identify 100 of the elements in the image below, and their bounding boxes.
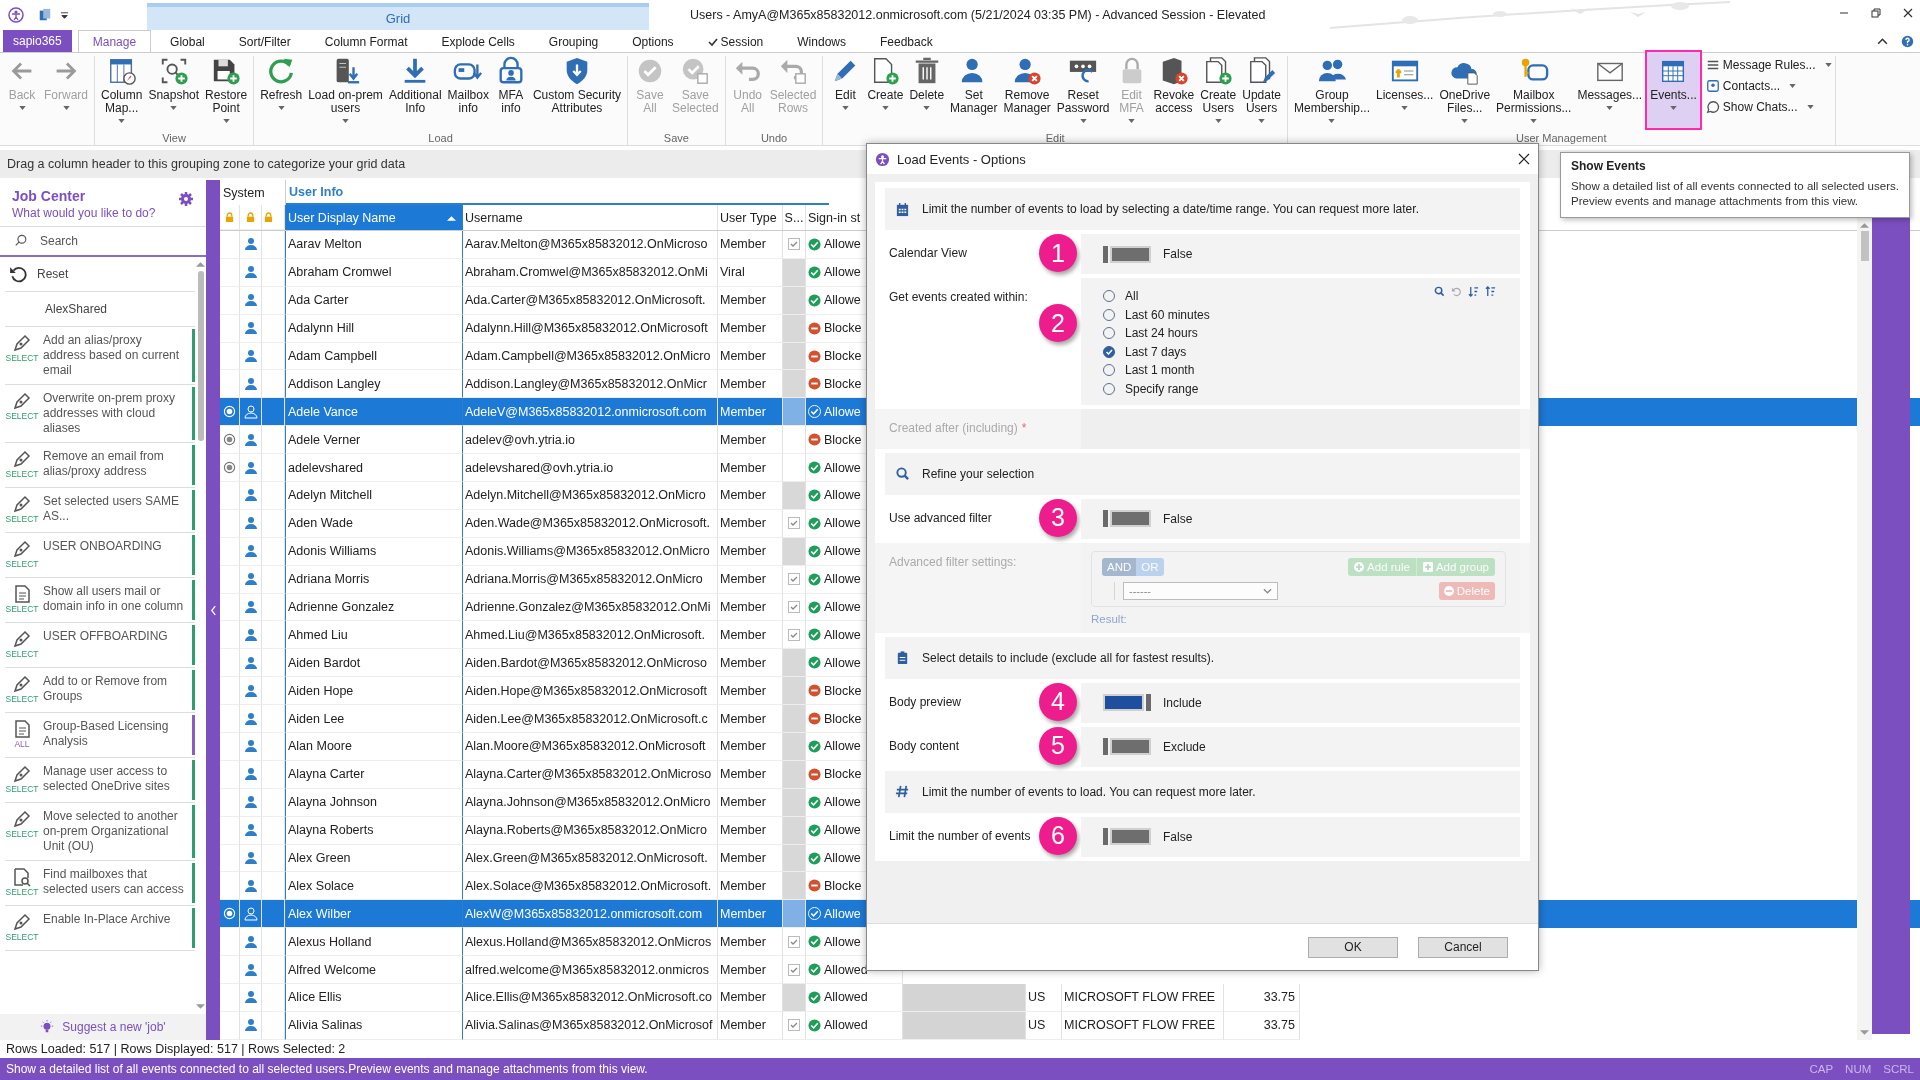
callout-badge: 6	[1039, 816, 1077, 855]
table-cell: Blocke	[824, 683, 862, 698]
table-cell: Alan.Moore@M365x85832012.OnMicrosoft	[463, 733, 718, 761]
table-cell: Abraham.Cromwel@M365x85832012.OnMi	[463, 258, 718, 287]
job-label: Move selected to another on-prem Organizational Unit (OU)	[43, 809, 179, 854]
field-label: Use advanced filter	[889, 510, 992, 525]
table-cell: Allowe	[824, 265, 861, 280]
table-cell: Blocke	[824, 432, 862, 447]
table-cell: Alfred Welcome	[285, 956, 463, 985]
section-text: Limit the number of events to load by selecting a date/time range. You can request more later.	[922, 202, 1419, 216]
table-cell: Allowe	[824, 627, 861, 642]
table-cell: Allowe	[824, 572, 861, 587]
callout-badge: 2	[1039, 304, 1077, 342]
table-cell: Ahmed Liu	[285, 621, 463, 650]
table-cell: Aden Wade	[285, 509, 463, 538]
table-cell: Allowe	[824, 906, 861, 921]
table-cell: Allowe	[824, 516, 861, 531]
table-cell: Allowe	[824, 237, 861, 252]
table-cell: Member	[718, 509, 783, 538]
toggle-value: Exclude	[1163, 739, 1206, 754]
table-cell: Adriana Morris	[285, 565, 463, 594]
table-cell: Member	[718, 593, 783, 622]
context-tab-header: Grid	[147, 3, 649, 30]
field-label: Advanced filter settings:	[889, 554, 1017, 569]
table-cell: Adonis Williams	[285, 537, 463, 566]
table-cell: Allowe	[824, 600, 861, 614]
table-cell: Ada Carter	[285, 286, 463, 315]
toggle-value: False	[1163, 829, 1193, 844]
group-label: Save	[663, 132, 689, 145]
table-cell: Blocke	[824, 878, 862, 893]
table-cell: US	[1026, 1011, 1062, 1040]
table-cell: Member	[718, 231, 783, 259]
job-label: Find mailboxes that selected users can access	[43, 867, 185, 897]
key-indicator: SCRL	[1883, 1063, 1914, 1075]
table-cell: Allowed	[824, 990, 868, 1005]
table-cell: Allowe	[824, 739, 861, 754]
table-cell: Member	[718, 621, 783, 650]
job-label: Show all users mail or domain info in one column	[43, 584, 185, 614]
table-cell: Aiden Hope	[285, 677, 463, 706]
job-tag: SELECT	[5, 887, 39, 897]
table-cell: Member	[718, 454, 783, 482]
table-cell: Member	[718, 1011, 783, 1040]
table-cell: Adriana.Morris@M365x85832012.OnMicro	[463, 565, 718, 594]
table-cell: Alice.Ellis@M365x85832012.OnMicrosoft.co	[463, 984, 718, 1012]
table-cell: Allowed	[824, 962, 868, 977]
job-tag: SELECT	[5, 353, 39, 363]
table-cell: Blocke	[824, 376, 862, 391]
field-label: Get events created within:	[889, 290, 1028, 304]
callout-badge: 3	[1039, 498, 1077, 537]
toggle-value: Include	[1163, 695, 1202, 710]
table-cell: Member	[718, 426, 783, 455]
job-tag: SELECT	[5, 604, 39, 614]
table-cell: Aden.Wade@M365x85832012.OnMicrosoft.	[463, 509, 718, 538]
table-cell: Alan Moore	[285, 733, 463, 761]
table-cell: Allowe	[824, 823, 861, 838]
group-label: Edit	[1045, 132, 1065, 145]
tooltip-title: Show Events	[1571, 159, 1647, 173]
group-label: View	[162, 132, 186, 145]
table-cell: alfred.welcome@M365x85832012.onmicros	[463, 956, 718, 985]
table-cell: Aiden Bardot	[285, 649, 463, 678]
table-cell: adelevshared	[285, 454, 463, 482]
callout-badge: 1	[1039, 234, 1077, 272]
field-label: Body preview	[889, 694, 962, 709]
job-tag: SELECT	[5, 411, 39, 421]
table-cell: 33.75	[1224, 984, 1300, 1012]
field-label: Calendar View	[889, 246, 967, 260]
section-text: Limit the number of events to load. You can request more later.	[922, 784, 1256, 799]
job-label: USER OFFBOARDING	[43, 629, 169, 644]
table-cell: Member	[718, 928, 783, 957]
table-cell: Aiden.Lee@M365x85832012.OnMicrosoft.c	[463, 705, 718, 734]
table-cell: Aiden Lee	[285, 705, 463, 734]
table-cell: US	[1026, 984, 1062, 1012]
callout-badge: 4	[1039, 682, 1077, 721]
table-cell: Allowe	[824, 795, 861, 810]
tooltip-text: Show a detailed list of all events connected to all selected users. Preview events and manage attachments from this view.	[1571, 179, 1900, 209]
table-cell: Allowe	[824, 934, 861, 949]
toggle-value: False	[1163, 247, 1193, 261]
table-cell: adelevshared@ovh.ytria.io	[463, 454, 718, 482]
group-label: Undo	[760, 132, 788, 145]
table-cell: Alayna.Roberts@M365x85832012.OnMicro	[463, 816, 718, 845]
table-cell: Alexus.Holland@M365x85832012.OnMicros	[463, 928, 718, 957]
table-cell: Allowe	[824, 851, 861, 866]
table-cell: AlexW@M365x85832012.onmicrosoft.com	[463, 900, 718, 929]
table-cell: Alayna.Carter@M365x85832012.OnMicroso	[463, 760, 718, 789]
table-cell: Adele Verner	[285, 426, 463, 455]
table-cell: Allowe	[824, 488, 861, 503]
job-tag: ALL	[14, 739, 30, 749]
status-message: Show a detailed list of all events connected to all selected users.Preview events and manage attachments from this view.	[6, 1062, 649, 1076]
table-cell: Allowe	[824, 655, 861, 670]
job-label: Overwrite on-prem proxy addresses with cloud aliases	[43, 391, 177, 436]
table-cell: Adele Vance	[285, 398, 463, 427]
table-cell: Allowe	[824, 544, 861, 559]
table-cell: Adrienne Gonzalez	[285, 593, 463, 622]
table-cell: Allowe	[824, 460, 861, 475]
job-label: USER ONBOARDING	[43, 539, 163, 554]
job-label: Add to or Remove from Groups	[43, 674, 169, 704]
job-label: Manage user access to selected OneDrive sites	[43, 764, 171, 794]
dialog-title: Load Events - Options	[897, 151, 1026, 167]
panel-title: Job Center	[12, 188, 87, 204]
table-cell: Ahmed.Liu@M365x85832012.OnMicrosoft.	[463, 621, 718, 650]
